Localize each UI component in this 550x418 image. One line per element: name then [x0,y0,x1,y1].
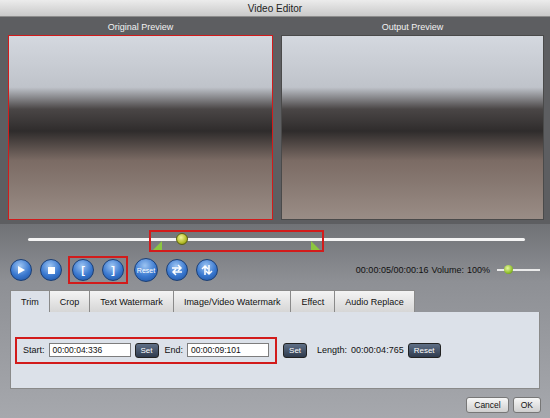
end-set-button[interactable]: Set [283,343,307,358]
volume-knob[interactable] [504,265,513,274]
controls-row: []Reset00:00:05/00:00:16Volume:100% [0,256,550,284]
swap-arrows-icon [171,264,183,276]
length-value: 00:00:04:765 [351,345,404,355]
playhead-knob[interactable] [176,233,188,245]
trim-panel: Start: 00:00:04:336 Set End:00:00:09:101 Set… [10,312,540,389]
timeline[interactable] [28,224,525,256]
volume-reading: 100% [467,265,490,275]
time-readout: 00:00:05/00:00:16 [356,265,429,275]
title-bar: Video Editor [0,0,550,17]
end-label: End: [165,345,184,355]
trim-reset-button[interactable]: Reset [408,343,441,358]
time-and-volume: 00:00:05/00:00:16Volume:100% [356,264,540,276]
tab[interactable]: Image/Video Watermark [173,290,292,312]
ok-button[interactable]: OK [513,397,541,413]
play-button[interactable] [10,259,32,281]
volume-slider[interactable] [497,264,540,276]
play-icon [16,265,26,275]
preview-column: Output Preview [281,18,544,220]
swap-button[interactable] [166,259,188,281]
volume-label: Volume: [431,265,464,275]
mark-buttons-highlight: [] [68,256,128,284]
tab-bar: TrimCropText WatermarkImage/Video Waterm… [0,284,550,312]
start-set-button[interactable]: Set [135,343,159,358]
end-field[interactable]: 00:00:09:101 [187,343,269,357]
stop-button[interactable] [40,259,62,281]
mark-in-button[interactable]: [ [72,259,94,281]
stop-icon [47,266,56,275]
trim-start-marker[interactable] [153,241,162,250]
tab[interactable]: Trim [10,290,50,312]
flip-button[interactable] [196,259,218,281]
trim-extra: Set Length: 00:00:04:765 Reset [283,343,441,358]
reset-button[interactable]: Reset [134,258,158,282]
start-field[interactable]: 00:00:04:336 [49,343,131,357]
length-label: Length: [317,345,347,355]
mark-out-button[interactable]: ] [102,259,124,281]
tab[interactable]: Effect [290,290,335,312]
trim-end-marker[interactable] [311,241,320,250]
controls-area: []Reset00:00:05/00:00:16Volume:100%TrimC… [0,224,550,418]
tab[interactable]: Crop [49,290,91,312]
dialog-buttons: Cancel OK [0,395,550,418]
trim-row: Start: 00:00:04:336 Set End:00:00:09:101 [15,337,277,364]
preview-label: Output Preview [281,18,544,35]
output-video-frame [281,35,544,220]
tab[interactable]: Audio Replace [334,290,415,312]
original-video-frame [8,35,273,220]
tab[interactable]: Text Watermark [89,290,174,312]
start-label: Start: [23,345,45,355]
preview-column: Original Preview [8,18,273,220]
timeline-track [28,238,525,241]
preview-label: Original Preview [8,18,273,35]
window-title: Video Editor [248,3,302,14]
flip-arrows-icon [201,264,213,276]
preview-area: Original Preview Output Preview [0,17,550,224]
cancel-button[interactable]: Cancel [466,397,508,413]
